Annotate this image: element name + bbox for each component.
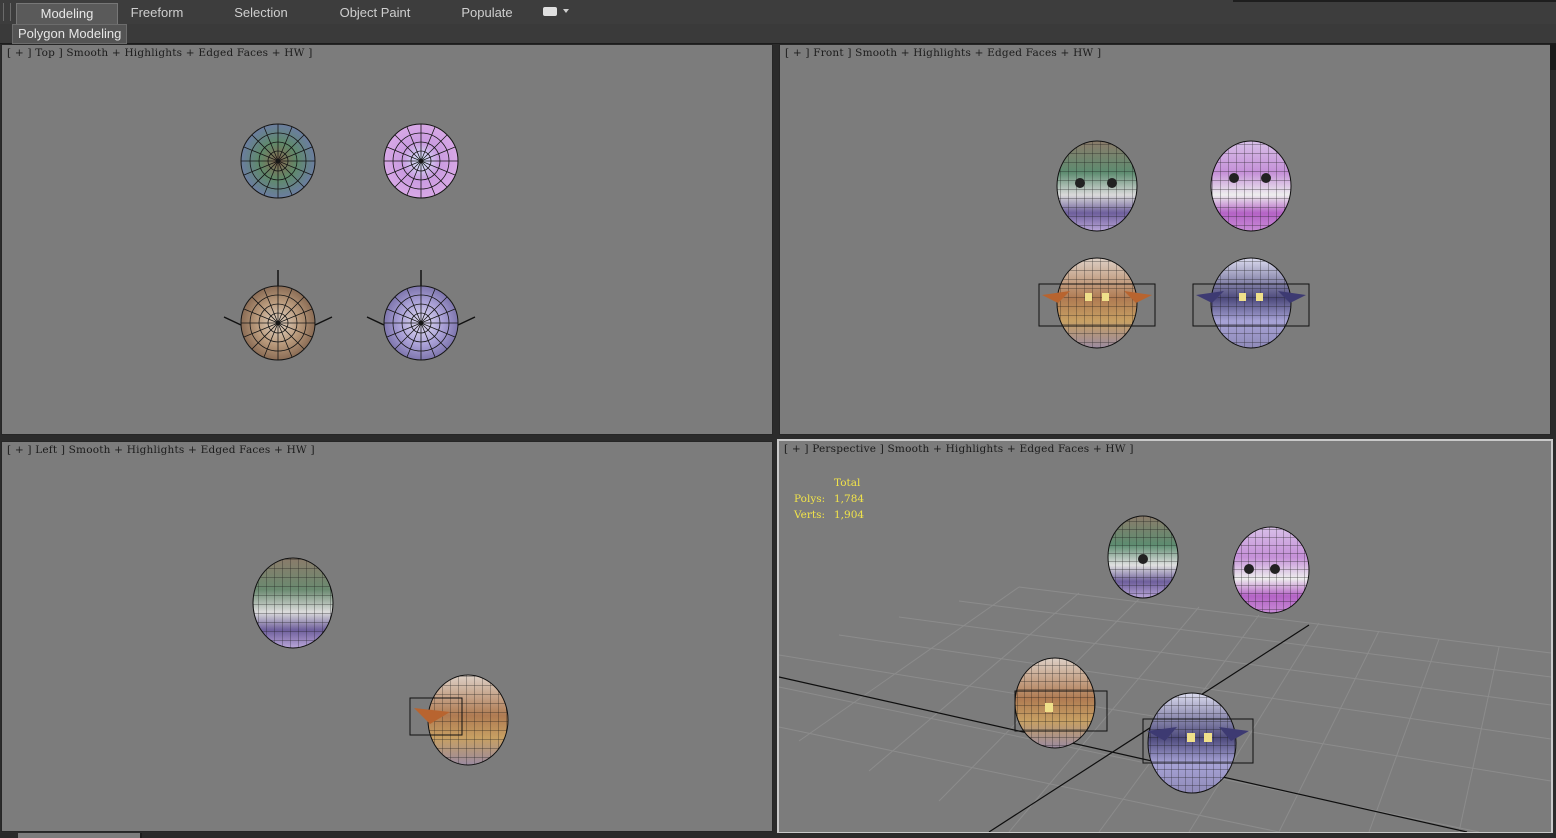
egg-top-3[interactable]	[223, 270, 333, 361]
egg-front-3[interactable]	[1038, 257, 1156, 349]
egg-top-4[interactable]	[366, 270, 476, 361]
egg-front-4[interactable]	[1192, 257, 1310, 349]
ribbon-options-icon[interactable]	[543, 7, 557, 16]
viewport-top[interactable]: [ + ] Top ] Smooth + Highlights + Edged …	[1, 44, 773, 435]
egg-front-1[interactable]	[1056, 140, 1138, 232]
viewport-perspective[interactable]: [ + ] Perspective ] Smooth + Highlights …	[777, 439, 1553, 834]
chevron-down-icon[interactable]	[563, 9, 569, 13]
viewport-front-scene	[1038, 140, 1310, 349]
viewport-top-scene	[223, 123, 476, 361]
viewport-perspective-label[interactable]: [ + ] Perspective ] Smooth + Highlights …	[784, 443, 1134, 455]
egg-persp-1[interactable]	[1107, 515, 1179, 599]
bottom-bar	[0, 833, 1556, 838]
egg-left-1[interactable]	[252, 557, 334, 649]
tab-modeling[interactable]: Modeling	[16, 3, 118, 24]
stats-total-label: Total	[834, 477, 861, 489]
ribbon-panel-bar	[0, 24, 1556, 44]
bottom-tab[interactable]	[18, 833, 142, 838]
egg-top-2[interactable]	[383, 123, 459, 199]
viewport-front[interactable]: [ + ] Front ] Smooth + Highlights + Edge…	[779, 44, 1551, 435]
title-edge	[1233, 0, 1556, 2]
ribbon-tab-bar: Modeling Freeform Selection Object Paint…	[0, 0, 1556, 25]
tab-freeform[interactable]: Freeform	[120, 3, 194, 23]
viewport-front-label[interactable]: [ + ] Front ] Smooth + Highlights + Edge…	[785, 47, 1101, 59]
viewport-top-label[interactable]: [ + ] Top ] Smooth + Highlights + Edged …	[7, 47, 313, 59]
ribbon-grip-icon[interactable]	[3, 3, 11, 21]
axis-x	[779, 676, 1468, 832]
viewport-left-label[interactable]: [ + ] Left ] Smooth + Highlights + Edged…	[7, 444, 315, 456]
tab-object-paint[interactable]: Object Paint	[330, 3, 420, 23]
tab-populate[interactable]: Populate	[450, 3, 524, 23]
egg-front-2[interactable]	[1210, 140, 1292, 232]
stats-verts-value: 1,904	[834, 509, 865, 521]
viewport-left-scene	[252, 557, 509, 766]
stats-polys-label: Polys:	[794, 493, 826, 505]
egg-persp-4[interactable]	[1142, 692, 1254, 794]
scrollbar-thumb[interactable]	[1550, 44, 1556, 70]
egg-persp-2[interactable]	[1232, 526, 1310, 614]
viewport-perspective-scene	[779, 515, 1551, 832]
stats-verts-label: Verts:	[794, 509, 825, 521]
egg-left-2[interactable]	[409, 674, 509, 766]
tab-selection[interactable]: Selection	[224, 3, 298, 23]
polygon-modeling-panel[interactable]: Polygon Modeling	[12, 24, 128, 44]
egg-top-1[interactable]	[240, 123, 316, 199]
stats-polys-value: 1,784	[834, 493, 865, 505]
egg-persp-3[interactable]	[1014, 657, 1108, 749]
viewport-left[interactable]: [ + ] Left ] Smooth + Highlights + Edged…	[1, 441, 773, 832]
